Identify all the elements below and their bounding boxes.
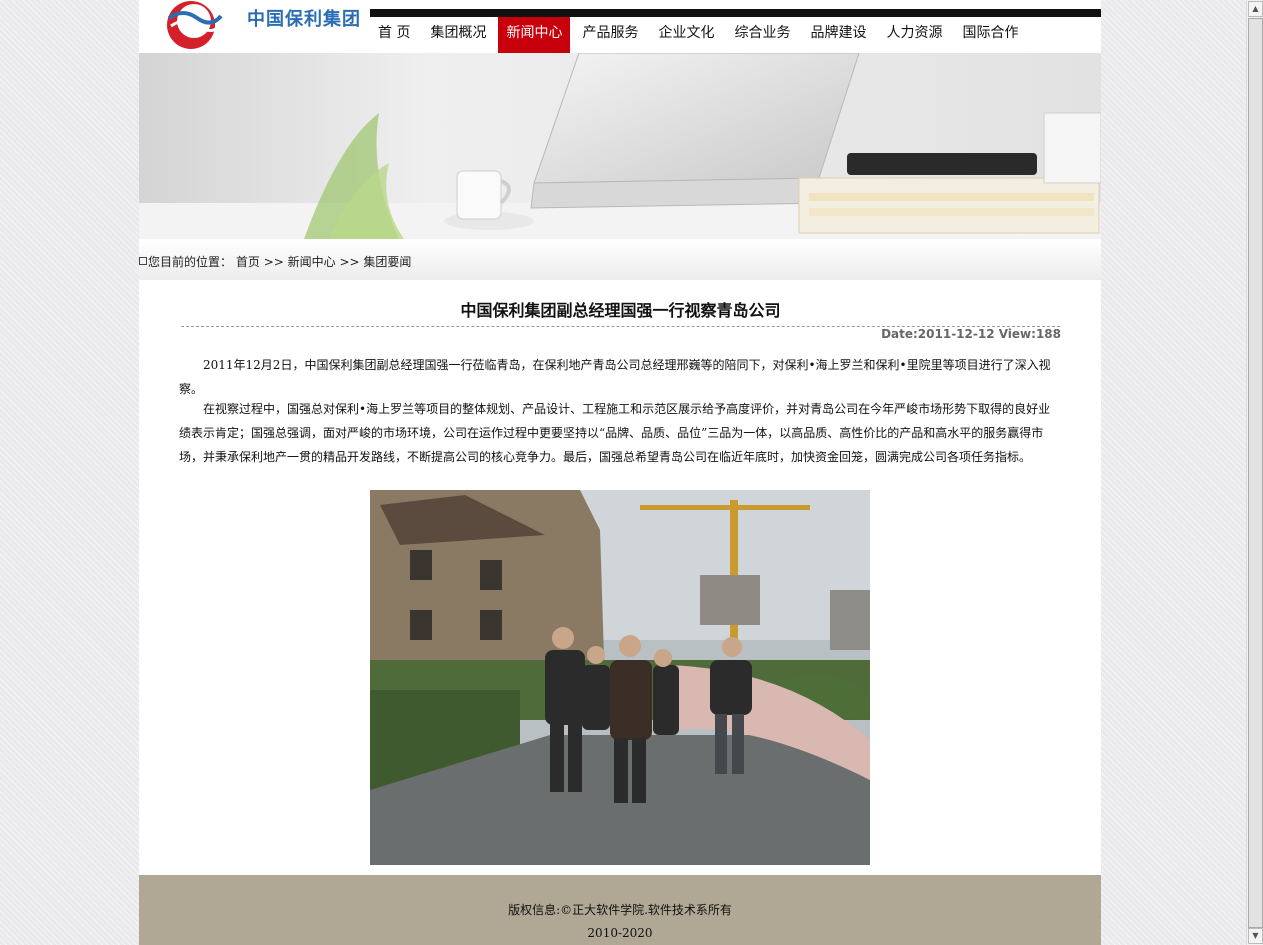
article-photo — [370, 490, 870, 865]
main-nav: 首 页 集团概况 新闻中心 产品服务 企业文化 综合业务 品牌建设 人力资源 国… — [370, 9, 1101, 53]
nav-item-international-cooperation[interactable]: 国际合作 — [954, 17, 1026, 53]
scrollbar-thumb[interactable] — [1248, 18, 1263, 928]
article-title: 中国保利集团副总经理国强一行视察青岛公司 — [460, 301, 781, 320]
poly-logo-icon — [167, 1, 223, 49]
breadcrumb-news-link[interactable]: >> 新闻中心 — [264, 255, 336, 269]
bullet-square-icon — [139, 257, 147, 265]
breadcrumb-group-news-link[interactable]: >> 集团要闻 — [339, 255, 411, 269]
nav-item-home[interactable]: 首 页 — [370, 17, 418, 53]
article-paragraph-2: 在视察过程中，国强总对保利•海上罗兰等项目的整体规划、产品设计、工程施工和示范区… — [179, 402, 1051, 464]
vertical-scrollbar[interactable]: ▲ ▼ — [1246, 0, 1263, 945]
scroll-down-arrow-icon[interactable]: ▼ — [1248, 928, 1263, 944]
site-header: 中国保利集团 首 页 集团概况 新闻中心 产品服务 企业文化 综合业务 品牌建设… — [139, 0, 1101, 53]
footer-copyright: 版权信息:©正大软件学院.软件技术系所有 — [508, 903, 732, 917]
inspection-group-photo — [370, 490, 870, 865]
logo-text: 中国保利集团 — [247, 9, 361, 30]
site-logo[interactable]: 中国保利集团 — [163, 0, 373, 53]
nav-item-brand-building[interactable]: 品牌建设 — [802, 17, 874, 53]
breadcrumb-prefix: 您目前的位置： — [148, 255, 233, 269]
article-paragraph-1: 2011年12月2日，中国保利集团副总经理国强一行莅临青岛，在保利地产青岛公司总… — [179, 358, 1051, 396]
footer-years: 2010-2020 — [587, 926, 653, 940]
office-desk-illustration — [139, 53, 1101, 239]
site-footer: 版权信息:©正大软件学院.软件技术系所有 2010-2020 — [139, 875, 1101, 945]
nav-item-corporate-culture[interactable]: 企业文化 — [650, 17, 722, 53]
page-container: 中国保利集团 首 页 集团概况 新闻中心 产品服务 企业文化 综合业务 品牌建设… — [139, 0, 1101, 945]
nav-item-human-resources[interactable]: 人力资源 — [878, 17, 950, 53]
article-meta: Date:2011-12-12 View:188 — [881, 327, 1061, 341]
nav-item-products-services[interactable]: 产品服务 — [574, 17, 646, 53]
breadcrumb-home-link[interactable]: 首页 — [236, 255, 260, 269]
scroll-up-arrow-icon[interactable]: ▲ — [1248, 1, 1263, 17]
nav-item-group-overview[interactable]: 集团概况 — [422, 17, 494, 53]
nav-item-integrated-business[interactable]: 综合业务 — [726, 17, 798, 53]
banner-image — [139, 53, 1101, 239]
nav-top-stripe — [370, 9, 1101, 17]
breadcrumb: 您目前的位置： 首页 >> 新闻中心 >> 集团要闻 — [139, 239, 1101, 280]
nav-item-news-center[interactable]: 新闻中心 — [498, 17, 571, 53]
